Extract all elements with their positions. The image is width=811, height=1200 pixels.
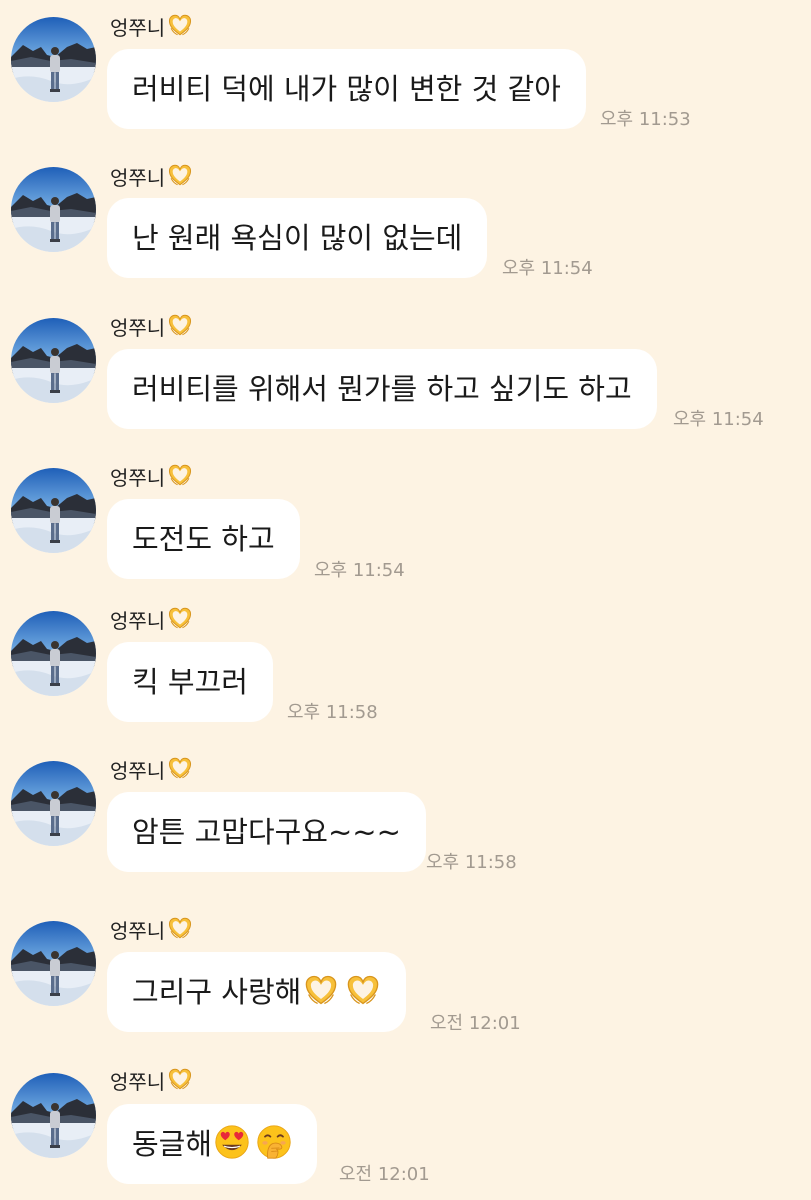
avatar[interactable] — [11, 167, 96, 252]
avatar[interactable] — [11, 611, 96, 696]
avatar[interactable] — [11, 468, 96, 553]
message-bubble[interactable]: 러비티를 위해서 뭔가를 하고 싶기도 하고 — [107, 349, 657, 429]
heart-hands-icon — [303, 958, 339, 1038]
sender-name: 엉쭈니 — [110, 12, 193, 43]
message-timestamp: 오후 11:54 — [673, 409, 764, 430]
sender-name: 엉쭈니 — [110, 1066, 193, 1097]
heart-hands-icon — [167, 12, 193, 43]
sender-name: 엉쭈니 — [110, 462, 193, 493]
message-timestamp: 오후 11:58 — [426, 852, 517, 873]
sender-name: 엉쭈니 — [110, 755, 193, 786]
heart-hands-icon — [167, 162, 193, 193]
message-bubble[interactable]: 동글해 — [107, 1104, 318, 1184]
heart-hands-icon — [167, 1066, 193, 1097]
message-bubble[interactable]: 러비티 덕에 내가 많이 변한 것 같아 — [107, 49, 586, 129]
message-bubble[interactable]: 암튼 고맙다구요~~~ — [107, 792, 426, 872]
avatar[interactable] — [11, 17, 96, 102]
message-text: 그리구 사랑해 — [132, 975, 302, 1009]
message-bubble[interactable]: 난 원래 욕심이 많이 없는데 — [107, 198, 488, 278]
message-timestamp: 오후 11:54 — [502, 258, 593, 279]
heart-hands-icon — [167, 605, 193, 636]
avatar[interactable] — [11, 921, 96, 1006]
sender-name: 엉쭈니 — [110, 605, 193, 636]
message-bubble[interactable]: 도전도 하고 — [107, 499, 300, 579]
heart-hands-icon — [167, 462, 193, 493]
message-text: 동글해 — [132, 1127, 213, 1161]
face-with-hand-over-mouth-icon — [256, 1110, 292, 1190]
heart-hands-icon — [167, 312, 193, 343]
heart-hands-icon — [167, 915, 193, 946]
message-bubble[interactable]: 그리구 사랑해 — [107, 952, 407, 1032]
heart-eyes-face-icon — [214, 1110, 250, 1190]
avatar[interactable] — [11, 1073, 96, 1158]
avatar[interactable] — [11, 318, 96, 403]
message-timestamp: 오후 11:58 — [287, 702, 378, 723]
heart-hands-icon — [345, 958, 381, 1038]
message-timestamp: 오전 12:01 — [339, 1164, 430, 1185]
heart-hands-icon — [167, 755, 193, 786]
message-timestamp: 오전 12:01 — [430, 1013, 521, 1034]
message-bubble[interactable]: 킥 부끄러 — [107, 642, 273, 722]
message-timestamp: 오후 11:54 — [314, 560, 405, 581]
sender-name: 엉쭈니 — [110, 312, 193, 343]
sender-name: 엉쭈니 — [110, 915, 193, 946]
message-timestamp: 오후 11:53 — [600, 109, 691, 130]
sender-name: 엉쭈니 — [110, 162, 193, 193]
avatar[interactable] — [11, 761, 96, 846]
